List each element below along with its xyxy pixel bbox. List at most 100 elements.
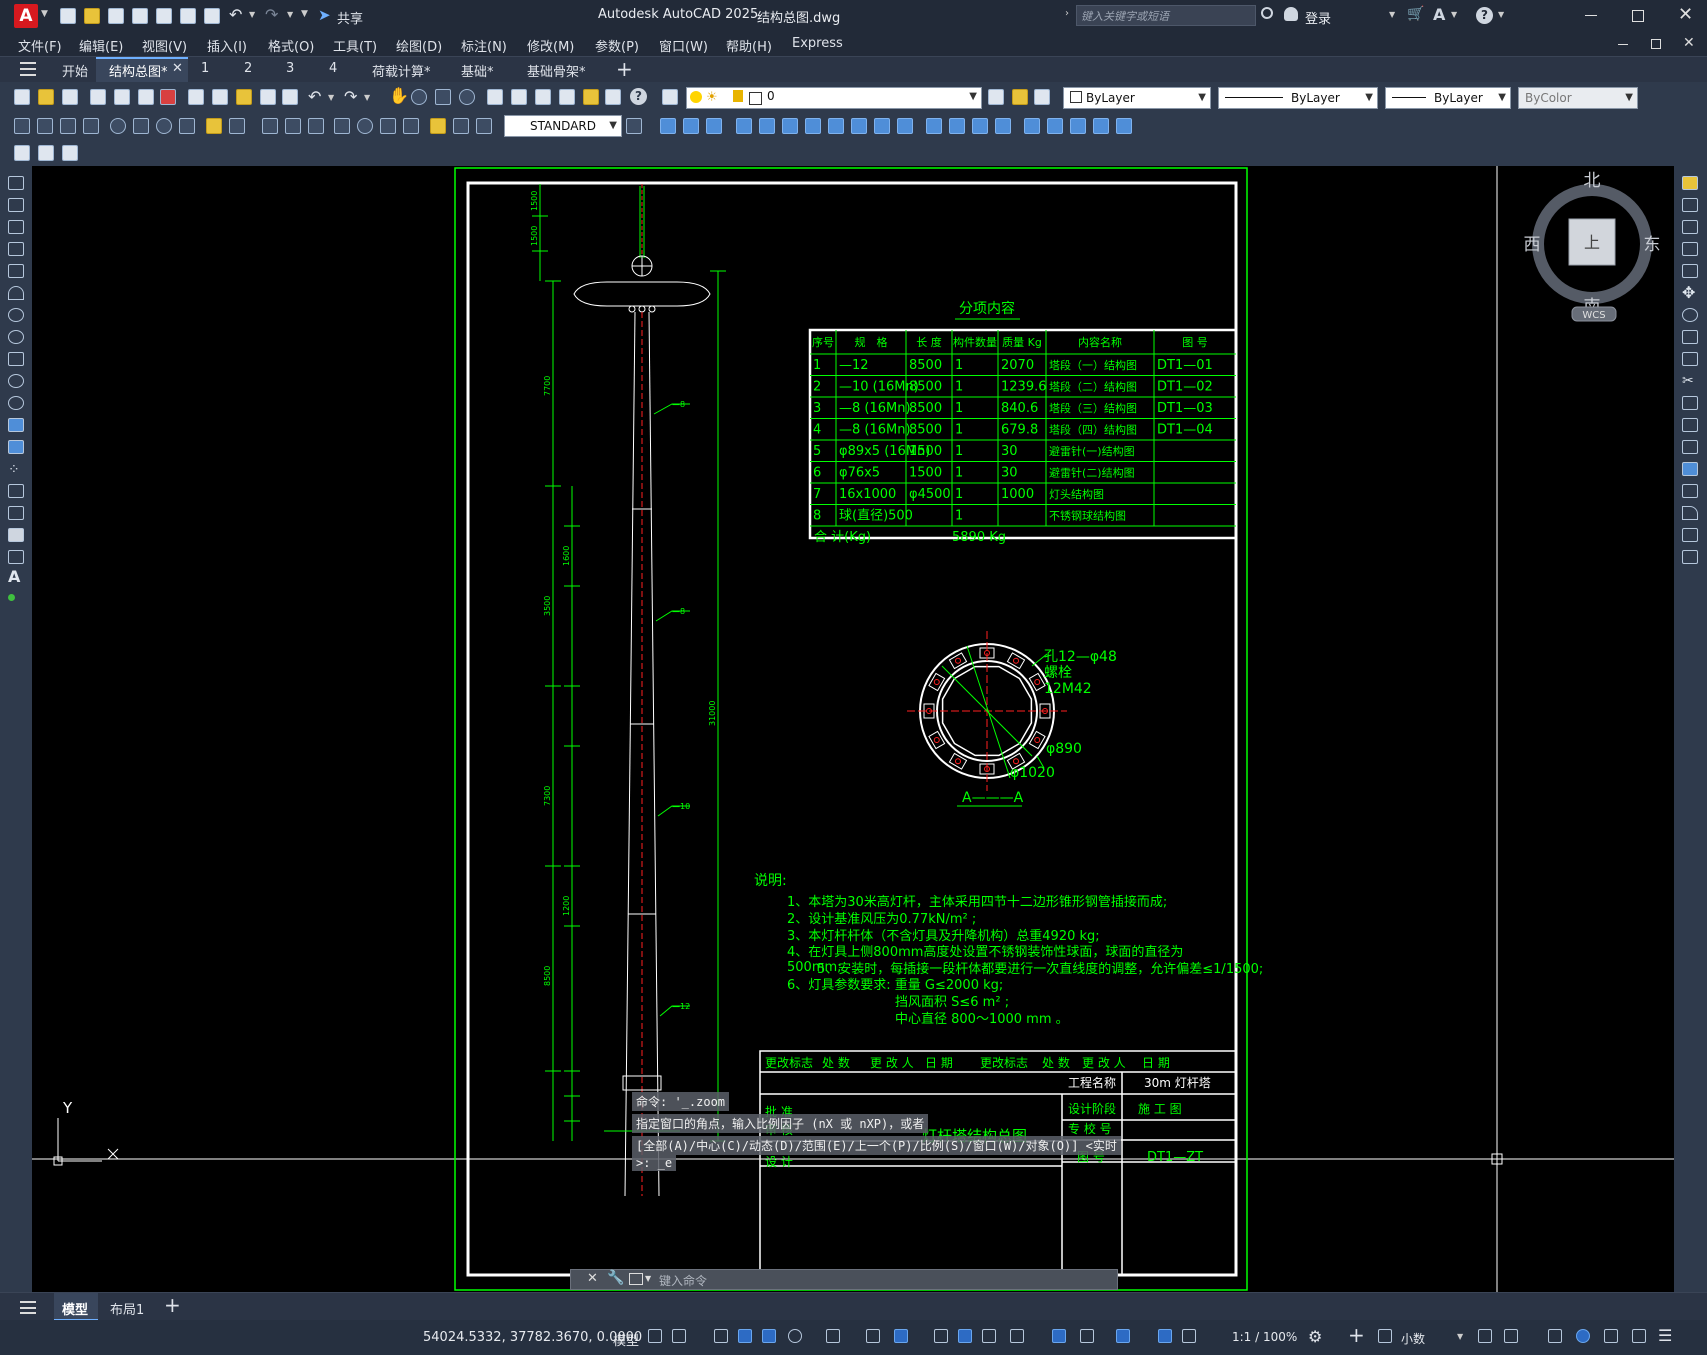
revision-cloud-icon[interactable] xyxy=(8,330,24,344)
hamburger-menu-icon[interactable] xyxy=(20,62,36,76)
dim-diameter-icon[interactable] xyxy=(156,118,172,134)
revolve-icon[interactable] xyxy=(805,118,821,134)
menu-item-modify[interactable]: 修改(M) xyxy=(527,36,574,55)
dim-jogged-icon[interactable] xyxy=(133,118,149,134)
dim-style-icon[interactable] xyxy=(626,118,642,134)
dynamic-ucs-icon[interactable] xyxy=(1052,1329,1066,1343)
ellipse-arc-icon[interactable] xyxy=(8,396,24,410)
customization-icon[interactable]: ☰ xyxy=(1658,1326,1672,1345)
menu-item-tools[interactable]: 工具(T) xyxy=(333,36,377,55)
array-icon[interactable] xyxy=(1682,264,1698,278)
table-icon[interactable] xyxy=(8,550,24,564)
cone-icon[interactable] xyxy=(706,118,722,134)
dim-edit-icon[interactable] xyxy=(430,118,446,134)
menu-item-insert[interactable]: 插入(I) xyxy=(207,36,247,55)
stretch-icon[interactable] xyxy=(1682,352,1698,366)
menu-item-format[interactable]: 格式(O) xyxy=(268,36,314,55)
save-as-icon[interactable] xyxy=(132,8,148,24)
chamfer-icon[interactable] xyxy=(1682,484,1698,498)
viewcube-west[interactable]: 西 xyxy=(1524,235,1541,255)
otrack-icon[interactable] xyxy=(866,1329,880,1343)
check-solid-icon[interactable] xyxy=(1116,118,1132,134)
intersect-icon[interactable] xyxy=(897,118,913,134)
command-close-icon[interactable]: ✕ xyxy=(587,1271,598,1286)
search-input[interactable]: 键入关键字或短语 xyxy=(1076,5,1256,26)
tab-start[interactable]: 开始 xyxy=(62,61,88,80)
minimize-window-icon[interactable] xyxy=(1585,15,1597,16)
color-chevron-icon[interactable]: ▼ xyxy=(1198,88,1206,108)
infer-icon[interactable] xyxy=(714,1329,728,1343)
user-icon[interactable] xyxy=(1284,7,1298,21)
mtext-icon[interactable]: A xyxy=(8,569,24,585)
inspection-icon[interactable] xyxy=(380,118,396,134)
clean-screen-icon[interactable] xyxy=(1604,1329,1618,1343)
loft-icon[interactable] xyxy=(828,118,844,134)
thicken-icon[interactable] xyxy=(995,118,1011,134)
units-icon[interactable] xyxy=(1378,1329,1392,1343)
zoom-realtime-icon[interactable] xyxy=(411,89,427,105)
extend-icon[interactable] xyxy=(1682,396,1698,410)
dim-ordinate-icon[interactable] xyxy=(83,118,99,134)
dim-aligned-icon[interactable] xyxy=(37,118,53,134)
tab-foundation-frame[interactable]: 基础骨架* xyxy=(527,61,586,80)
dim-linear-icon[interactable] xyxy=(14,118,30,134)
text-style-combo[interactable]: STANDARD ▼ xyxy=(504,115,622,137)
hatch-icon[interactable] xyxy=(8,484,24,498)
command-customize-icon[interactable]: 🔧 xyxy=(607,1270,624,1286)
layout-tab-layout1[interactable]: 布局1 xyxy=(110,1299,144,1318)
spline-icon[interactable] xyxy=(8,352,24,366)
shell-icon[interactable] xyxy=(1093,118,1109,134)
save-icon[interactable] xyxy=(108,8,124,24)
blend-curves-icon[interactable] xyxy=(1682,528,1698,542)
selection-filter-icon[interactable] xyxy=(1080,1329,1094,1343)
3d-osnap-icon[interactable] xyxy=(1010,1329,1024,1343)
mirror-icon[interactable] xyxy=(1682,220,1698,234)
menu-item-draw[interactable]: 绘图(D) xyxy=(396,36,442,55)
viewcube-north[interactable]: 北 xyxy=(1584,171,1601,191)
annotation-monitor-plus-icon[interactable]: + xyxy=(1348,1323,1365,1347)
close-window-icon[interactable]: ✕ xyxy=(1678,4,1693,25)
redo2-icon[interactable]: ↷ xyxy=(344,87,357,106)
linetype-chevron-icon[interactable]: ▼ xyxy=(1365,88,1373,108)
tab-4[interactable]: 4 xyxy=(329,61,337,76)
layer-on-icon[interactable] xyxy=(690,91,702,103)
grid-icon[interactable] xyxy=(648,1329,662,1343)
presspull-icon[interactable] xyxy=(759,118,775,134)
cart-icon[interactable]: 🛒 xyxy=(1407,6,1424,22)
undo-chevron-icon[interactable]: ▼ xyxy=(249,10,255,19)
publish-3d-icon[interactable] xyxy=(138,89,154,105)
tab-close-icon[interactable]: ✕ xyxy=(172,61,183,76)
color-combo[interactable]: ByLayer ▼ xyxy=(1063,87,1211,109)
auto-scale-icon[interactable] xyxy=(1182,1329,1196,1343)
jogged-linear-icon[interactable] xyxy=(403,118,419,134)
fillet-edge-icon[interactable] xyxy=(926,118,942,134)
annotation-scale[interactable]: 1:1 / 100% xyxy=(1232,1330,1297,1344)
break-at-point-icon[interactable] xyxy=(1682,418,1698,432)
tab-foundation[interactable]: 基础* xyxy=(461,61,494,80)
new-tab-plus-icon[interactable]: + xyxy=(616,57,633,81)
dim-text-edit-icon[interactable] xyxy=(453,118,469,134)
line-icon[interactable] xyxy=(8,176,24,190)
isodraft-icon[interactable] xyxy=(826,1329,840,1343)
tab-load-calc[interactable]: 荷载计算* xyxy=(372,61,431,80)
isolate-objects-icon[interactable] xyxy=(1548,1329,1562,1343)
gizmo-icon[interactable] xyxy=(1116,1329,1130,1343)
subtract-icon[interactable] xyxy=(874,118,890,134)
dim-arc-icon[interactable] xyxy=(60,118,76,134)
dim-space-icon[interactable] xyxy=(285,118,301,134)
redo-icon[interactable]: ↷ xyxy=(265,5,278,24)
autodesk-a-icon[interactable]: A xyxy=(1433,5,1445,24)
units-chevron-icon[interactable]: ▼ xyxy=(1457,1332,1463,1341)
graphics-performance-icon[interactable] xyxy=(1576,1329,1590,1343)
dim-angular-icon[interactable] xyxy=(179,118,195,134)
menu-item-parametric[interactable]: 参数(P) xyxy=(595,36,639,55)
app-menu-chevron-icon[interactable]: ▼ xyxy=(41,9,48,19)
copy-icon[interactable] xyxy=(212,89,228,105)
attribute-define-icon[interactable] xyxy=(38,145,54,161)
properties-icon[interactable] xyxy=(487,89,503,105)
print-icon[interactable] xyxy=(204,8,220,24)
text-style-chevron-icon[interactable]: ▼ xyxy=(609,116,617,136)
explode-icon[interactable] xyxy=(1682,550,1698,564)
lineweight-combo[interactable]: ByLayer ▼ xyxy=(1385,87,1511,109)
annotation-visibility-icon[interactable] xyxy=(1158,1329,1172,1343)
